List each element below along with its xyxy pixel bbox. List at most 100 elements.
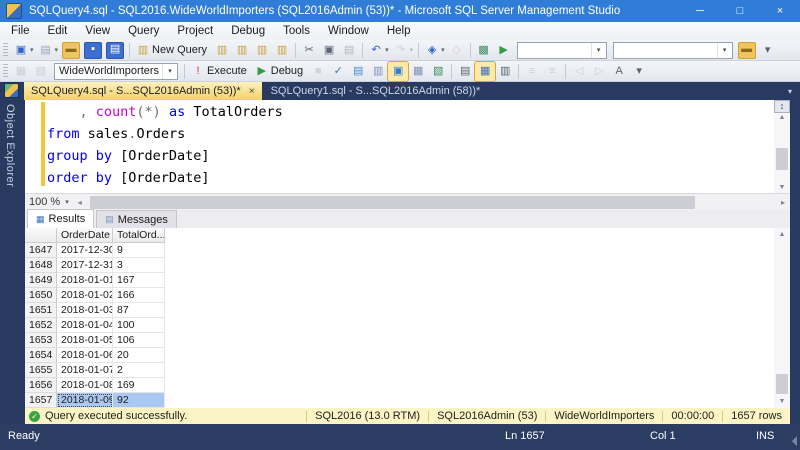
paste-button[interactable]: ▤ [339, 41, 359, 60]
title-bar[interactable]: SQLQuery4.sql - SQL2016.WideWorldImporte… [0, 0, 800, 22]
menu-item-window[interactable]: Window [319, 22, 378, 40]
grid-vertical-scrollbar[interactable]: ▲ ▼ [774, 228, 790, 408]
row-header-cell[interactable]: 1652 [25, 318, 57, 333]
grid-cell[interactable]: 87 [113, 303, 165, 318]
close-button[interactable]: × [760, 0, 800, 22]
maximize-button[interactable]: □ [720, 0, 760, 22]
menu-item-view[interactable]: View [76, 22, 119, 40]
toolbar-grip[interactable] [3, 42, 8, 58]
scroll-down-icon[interactable]: ▼ [774, 184, 790, 191]
menu-item-file[interactable]: File [2, 22, 39, 40]
row-header-cell[interactable]: 1650 [25, 288, 57, 303]
results-to-text-button[interactable]: ▤ [455, 62, 475, 81]
horizontal-scrollbar[interactable] [88, 195, 775, 209]
grid-cell[interactable]: 2 [113, 363, 165, 378]
grid-cell[interactable]: 2018-01-01 [57, 273, 113, 288]
available-databases-combo[interactable]: WideWorldImporters ▾ [54, 62, 178, 80]
intellisense-enabled-button[interactable]: ▣ [387, 60, 410, 82]
add-new-item-button[interactable]: ▤ ▾ [36, 41, 61, 60]
include-actual-plan-button[interactable]: ▧ [428, 62, 448, 81]
tab-messages[interactable]: ▤ Messages [96, 210, 177, 228]
code-area[interactable]: , count(*) as TotalOrders from sales.Orde… [47, 101, 283, 189]
parse-button[interactable]: ✓ [328, 62, 348, 81]
row-header-cell[interactable]: 1656 [25, 378, 57, 393]
row-header-cell[interactable]: 1647 [25, 243, 57, 258]
grid-cell[interactable]: 167 [113, 273, 165, 288]
grid-cell[interactable]: 166 [113, 288, 165, 303]
grid-scrollbar-thumb[interactable] [776, 374, 788, 394]
sqlcmd-mode-button[interactable]: A [609, 62, 629, 81]
redo-dropdown-icon[interactable]: ▾ [410, 46, 414, 54]
results-to-file-button[interactable]: ▥ [495, 62, 515, 81]
tab-sqlquery1[interactable]: SQLQuery1.sql - S...SQL2016Admin (58))* [264, 82, 488, 100]
activity-monitor-button[interactable]: ▩ [474, 41, 494, 60]
database-engine-query-button[interactable]: ▥ [212, 41, 232, 60]
grid-column-header[interactable]: TotalOrd... [113, 228, 165, 243]
minimize-button[interactable]: ─ [680, 0, 720, 22]
toolbar-options-button[interactable]: ▾ [758, 41, 778, 60]
resize-grip-icon[interactable] [787, 436, 797, 446]
add-new-item-dropdown-icon[interactable]: ▾ [55, 46, 59, 54]
grid-cell[interactable]: 2018-01-04 [57, 318, 113, 333]
new-query-button[interactable]: ▥ New Query [133, 41, 212, 60]
grid-cell[interactable]: 2018-01-09 [57, 393, 113, 408]
tab-results[interactable]: ▦ Results [27, 209, 95, 228]
toolbar-combo-2-combo[interactable]: ▾ [612, 41, 733, 59]
save-all-button[interactable]: ▤ [104, 41, 126, 60]
menu-item-edit[interactable]: Edit [39, 22, 77, 40]
query-options-button[interactable]: ▥ [368, 62, 388, 81]
increase-indent-button[interactable]: ▷ [589, 62, 609, 81]
grid-cell[interactable]: 169 [113, 378, 165, 393]
menu-item-tools[interactable]: Tools [274, 22, 319, 40]
uncomment-button[interactable]: ≡ [542, 62, 562, 81]
change-connection-button[interactable]: ▧ [31, 62, 51, 81]
row-header-cell[interactable]: 1648 [25, 258, 57, 273]
editor-scrollbar-thumb[interactable] [776, 148, 788, 170]
results-to-grid-button[interactable]: ▦ [474, 60, 497, 82]
copy-button[interactable]: ▣ [319, 41, 339, 60]
undo-dropdown-icon[interactable]: ▾ [385, 46, 389, 54]
results-grid[interactable]: OrderDate TotalOrd... 1647 2017-12-30 9 1648… [25, 228, 790, 408]
menu-item-project[interactable]: Project [168, 22, 222, 40]
sql-toolbar-options-button[interactable]: ▾ [629, 62, 649, 81]
row-header-cell[interactable]: 1649 [25, 273, 57, 288]
open-file-button[interactable]: ▬ [60, 41, 82, 60]
splitter-handle-icon[interactable]: ↕ [774, 100, 790, 113]
grid-cell[interactable]: 92 [113, 393, 165, 408]
scroll-up-icon[interactable]: ▲ [774, 114, 790, 121]
toolbar-grip[interactable] [3, 63, 8, 79]
navigate-backward-dropdown-icon[interactable]: ▾ [441, 46, 445, 54]
toolbar-combo-2-dropdown-icon[interactable]: ▾ [716, 42, 732, 58]
menu-item-help[interactable]: Help [378, 22, 420, 40]
display-estimated-plan-button[interactable]: ▤ [348, 62, 368, 81]
available-databases-dropdown-icon[interactable]: ▾ [162, 63, 177, 79]
new-query-connection-button[interactable]: ▣ ▾ [11, 41, 36, 60]
row-header-cell[interactable]: 1654 [25, 348, 57, 363]
undo-button[interactable]: ↶ ▾ [366, 41, 391, 60]
zoom-dropdown-icon[interactable]: ▾ [65, 198, 69, 206]
row-header-cell[interactable]: 1653 [25, 333, 57, 348]
grid-cell[interactable]: 2017-12-31 [57, 258, 113, 273]
grid-cell[interactable]: 20 [113, 348, 165, 363]
grid-cell[interactable]: 100 [113, 318, 165, 333]
analysis-services-xmla-query-button[interactable]: ▥ [272, 41, 292, 60]
redo-button[interactable]: ↷ ▾ [391, 41, 416, 60]
comment-out-button[interactable]: ≡ [522, 62, 542, 81]
scroll-right-icon[interactable]: ▸ [776, 198, 790, 207]
grid-cell[interactable]: 2018-01-02 [57, 288, 113, 303]
horizontal-scrollbar-thumb[interactable] [89, 195, 695, 209]
grid-cell[interactable]: 106 [113, 333, 165, 348]
new-query-connection-dropdown-icon[interactable]: ▾ [30, 46, 34, 54]
row-header-cell[interactable]: 1655 [25, 363, 57, 378]
menu-item-query[interactable]: Query [119, 22, 168, 40]
grid-cell[interactable]: 2018-01-03 [57, 303, 113, 318]
menu-item-debug[interactable]: Debug [222, 22, 274, 40]
template-parameters-button[interactable]: ▦ [408, 62, 428, 81]
scroll-up-icon[interactable]: ▲ [774, 231, 790, 238]
scroll-left-icon[interactable]: ◂ [73, 198, 87, 207]
grid-cell[interactable]: 2018-01-07 [57, 363, 113, 378]
toolbar-combo-1-dropdown-icon[interactable]: ▾ [590, 42, 606, 58]
row-header-cell[interactable]: 1657 [25, 393, 57, 408]
grid-cell[interactable]: 2018-01-05 [57, 333, 113, 348]
grid-cell[interactable]: 9 [113, 243, 165, 258]
